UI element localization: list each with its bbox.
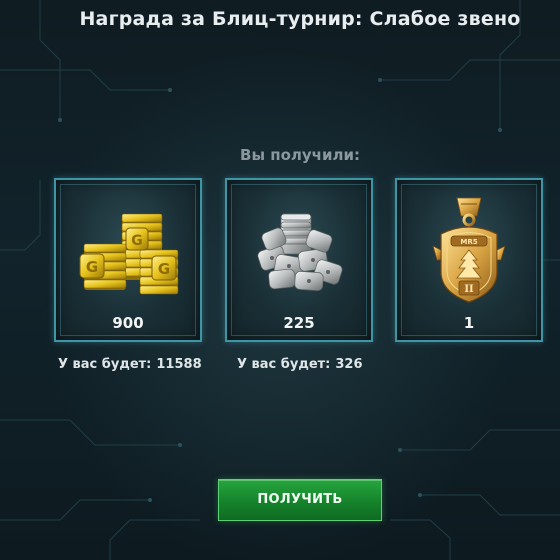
reward-amount: 225 [283,314,315,332]
reward-card-gold: G G G 900 [54,178,202,342]
page-title: Награда за Блиц-турнир: Слабое звено [79,8,521,30]
medal-icon: MR5 II [432,197,506,303]
reward-amount: 900 [112,314,144,332]
reward-screen: Награда за Блиц-турнир: Слабое звено Вы … [0,0,560,560]
svg-text:MR5: MR5 [460,238,477,246]
will-have-label: У вас будет: [237,357,331,372]
gold-bars-icon: G G G [79,213,179,295]
will-have-label: У вас будет: [58,357,152,372]
reward-card-medal: MR5 II 1 [395,178,543,342]
svg-text:G: G [158,260,170,278]
will-have-value: 11588 [156,357,202,372]
silver-total-after: У вас будет: 326 [237,357,363,372]
svg-text:G: G [131,233,143,249]
reward-amount: 1 [463,314,475,332]
reward-card-silver: 225 [225,178,373,342]
claim-button[interactable]: ПОЛУЧИТЬ [218,479,382,521]
silver-coins-icon [257,213,343,291]
svg-text:II: II [464,284,474,295]
will-have-value: 326 [335,357,363,372]
rewards-heading: Вы получили: [240,146,360,164]
svg-text:G: G [86,258,98,276]
gold-total-after: У вас будет: 11588 [58,357,202,372]
